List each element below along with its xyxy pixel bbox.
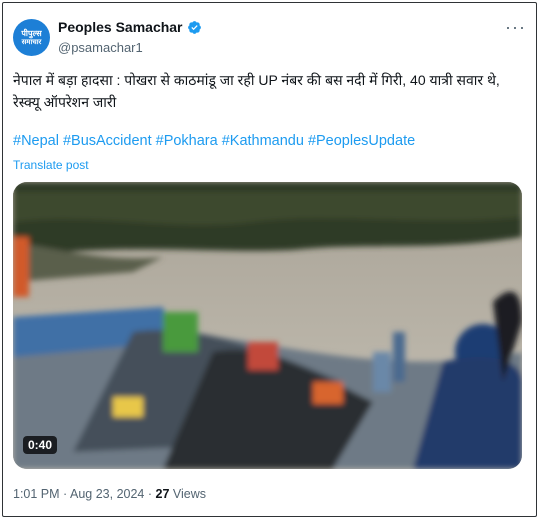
hashtag-link[interactable]: #Pokhara bbox=[156, 133, 218, 149]
avatar[interactable]: पीपुल्स समाचार bbox=[13, 19, 50, 56]
verified-badge-icon bbox=[187, 20, 201, 34]
translate-post-link[interactable]: Translate post bbox=[13, 158, 89, 172]
post-time[interactable]: 1:01 PM bbox=[13, 487, 60, 501]
meta-separator: · bbox=[147, 487, 153, 501]
video-player[interactable]: 0:40 bbox=[13, 182, 522, 469]
tweet-text: नेपाल में बड़ा हादसा : पोखरा से काठमांडू… bbox=[13, 72, 500, 110]
hashtag-link[interactable]: #BusAccident bbox=[63, 133, 152, 149]
hashtag-link[interactable]: #Kathmandu bbox=[222, 133, 304, 149]
tweet-card[interactable]: पीपुल्स समाचार Peoples Samachar @psamach… bbox=[2, 2, 537, 517]
video-thumbnail bbox=[13, 182, 522, 469]
post-date[interactable]: Aug 23, 2024 bbox=[70, 487, 144, 501]
avatar-text-line1: पीपुल्स bbox=[21, 28, 42, 38]
avatar-text-line2: समाचार bbox=[21, 38, 42, 46]
video-duration-badge: 0:40 bbox=[23, 436, 58, 454]
author-name[interactable]: Peoples Samachar bbox=[58, 19, 183, 35]
author-name-row: Peoples Samachar bbox=[58, 19, 202, 35]
hashtag-link[interactable]: #PeoplesUpdate bbox=[308, 133, 415, 149]
views-label: Views bbox=[172, 487, 207, 501]
hashtag-link[interactable]: #Nepal bbox=[13, 133, 59, 149]
meta-separator: · bbox=[63, 487, 68, 501]
more-options-icon[interactable]: ··· bbox=[505, 17, 526, 38]
post-metadata: 1:01 PM · Aug 23, 2024 · 27 Views bbox=[13, 487, 206, 501]
views-count: 27 bbox=[155, 487, 170, 501]
author-handle[interactable]: @psamachar1 bbox=[58, 40, 143, 55]
hashtag-list: #Nepal #BusAccident #Pokhara #Kathmandu #Peo… bbox=[13, 133, 513, 149]
